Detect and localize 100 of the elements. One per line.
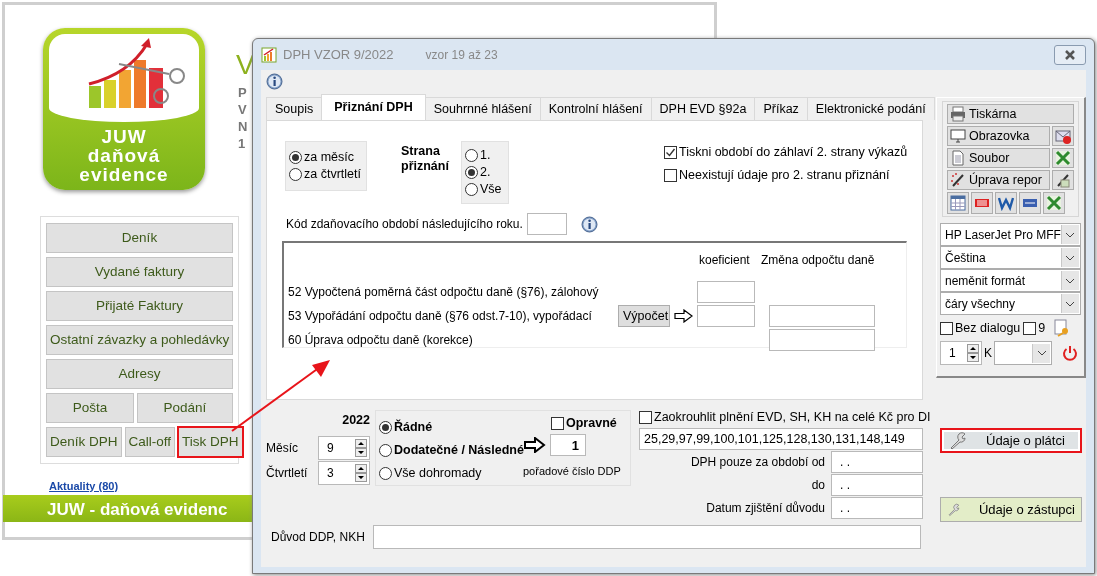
change-field[interactable] — [769, 305, 875, 327]
action-button[interactable]: Údaje o plátci — [940, 428, 1082, 453]
radio-button[interactable] — [379, 421, 392, 434]
envelope-icon — [1054, 128, 1071, 144]
radio-button[interactable] — [379, 444, 392, 457]
date-field[interactable]: . . — [831, 497, 923, 519]
close-button[interactable] — [1054, 44, 1086, 65]
change-field[interactable] — [769, 329, 875, 351]
right-arrow-icon — [674, 309, 694, 323]
menu-button[interactable]: Tisk DPH — [178, 427, 243, 457]
tab[interactable]: Přiznání DPH — [321, 94, 426, 120]
spreadsheet-icon — [1046, 195, 1062, 211]
icon-button[interactable] — [1051, 126, 1074, 146]
calculate-button[interactable]: Výpočet — [618, 305, 670, 327]
action-button[interactable]: Údaje o zástupci — [940, 497, 1082, 522]
logo-text-line: evidence — [78, 165, 170, 184]
menu-button[interactable]: Vydané faktury — [46, 257, 233, 287]
checkbox[interactable] — [664, 169, 677, 182]
output-button[interactable]: Úprava repor — [947, 170, 1050, 190]
radio-button[interactable] — [289, 151, 302, 164]
menu-button[interactable]: Adresy — [46, 359, 233, 389]
date-label: Datum zjištění důvodu — [706, 500, 825, 517]
checkbox[interactable] — [664, 146, 677, 159]
info-line: P — [238, 84, 248, 101]
tab[interactable]: Elektronické podání — [806, 97, 935, 120]
radio-button[interactable] — [465, 149, 478, 162]
date-field[interactable]: . . — [831, 474, 923, 496]
checkbox[interactable] — [551, 417, 564, 430]
magic-wand-icon — [1054, 172, 1071, 188]
table-icon — [950, 195, 966, 211]
reason-field[interactable] — [373, 525, 921, 549]
menu-button[interactable]: Ostatní závazky a pohledávky — [46, 325, 234, 355]
menu-button[interactable]: Call-off — [124, 427, 176, 457]
monitor-icon — [950, 128, 966, 144]
code-field[interactable] — [526, 213, 567, 235]
radio-label: Dodatečné / Následné — [394, 442, 524, 460]
wrench-icon — [947, 500, 961, 519]
column-header: koeficient — [699, 252, 751, 269]
radio-button[interactable] — [379, 467, 392, 480]
year-label: 2022 — [341, 412, 370, 429]
radio-label: za měsíc — [304, 149, 354, 167]
checkbox[interactable] — [940, 321, 953, 335]
dropdown[interactable]: HP LaserJet Pro MFF — [940, 223, 1081, 246]
info-line: 1 — [238, 135, 247, 152]
corrective-label: Opravné — [566, 415, 617, 433]
output-button[interactable]: Obrazovka — [947, 126, 1050, 146]
dropdown[interactable]: čáry všechny — [940, 292, 1081, 315]
key-document-icon — [1052, 319, 1071, 337]
printer-icon — [950, 106, 966, 122]
copies-spinner[interactable]: 1 — [940, 341, 982, 365]
rounding-field[interactable]: 25,29,97,99,100,101,125,128,130,131,148,149 — [639, 428, 923, 450]
logo-text-line: JUW — [100, 127, 148, 146]
column-header: Změna odpočtu daně — [761, 252, 875, 269]
menu-button[interactable]: Pošta — [46, 393, 134, 423]
radio-button[interactable] — [465, 166, 478, 179]
icon-button[interactable] — [1019, 192, 1041, 214]
code-label: Kód zdaňovacího období následujícího roku. — [286, 216, 523, 233]
radio-label: Vše — [480, 181, 502, 199]
sequence-field[interactable]: 1 — [550, 434, 586, 456]
news-link[interactable]: Aktuality (80) — [49, 478, 119, 495]
number-spinner[interactable]: 3 — [318, 460, 370, 485]
right-arrow-icon — [524, 437, 546, 453]
date-field[interactable]: . . — [831, 451, 923, 473]
tab[interactable]: Soupis — [266, 97, 323, 120]
coefficient-field[interactable] — [697, 305, 755, 327]
wrench-icon — [948, 431, 968, 450]
document-icon — [998, 195, 1014, 211]
menu-button[interactable]: Deník — [46, 223, 233, 253]
checkbox[interactable] — [639, 411, 652, 424]
radio-button[interactable] — [289, 168, 302, 181]
info-icon[interactable] — [266, 73, 283, 91]
icon-button[interactable] — [1051, 170, 1074, 190]
checkbox[interactable] — [1023, 321, 1037, 335]
number-spinner[interactable]: 9 — [318, 435, 370, 460]
copies-label: K — [984, 345, 992, 362]
output-button[interactable]: Soubor — [947, 148, 1050, 168]
dropdown[interactable]: neměnit formát — [940, 269, 1081, 292]
menu-button[interactable]: Přijaté Faktury — [46, 291, 233, 321]
checkbox-label: Neexistují údaje pro 2. stranu přiznání — [679, 167, 890, 185]
side-label: Strana přiznání — [401, 144, 449, 174]
coefficient-field[interactable] — [697, 281, 755, 303]
menu-button[interactable]: Podání — [136, 393, 233, 423]
checkbox-label: 9 — [1038, 319, 1046, 337]
icon-button[interactable] — [947, 192, 969, 214]
dropdown[interactable]: Čeština — [940, 246, 1081, 269]
reason-label: Důvod DDP, NKH — [270, 529, 366, 546]
radio-button[interactable] — [465, 183, 478, 196]
icon-button[interactable] — [995, 192, 1017, 214]
magic-wand-icon — [950, 172, 966, 188]
checkbox-label: Bez dialogu — [955, 319, 1021, 337]
info-line: N — [238, 118, 248, 135]
menu-button[interactable]: Deník DPH — [46, 427, 122, 457]
power-icon[interactable] — [1062, 345, 1078, 361]
output-button[interactable]: Tiskárna — [947, 104, 1074, 124]
close-icon — [1064, 49, 1076, 60]
spreadsheet-icon — [1054, 150, 1071, 166]
info-icon[interactable] — [580, 215, 598, 233]
spin-arrows-icon — [967, 344, 979, 362]
spin-arrows-icon — [355, 463, 367, 482]
radio-label: Vše dohromady — [394, 465, 482, 483]
